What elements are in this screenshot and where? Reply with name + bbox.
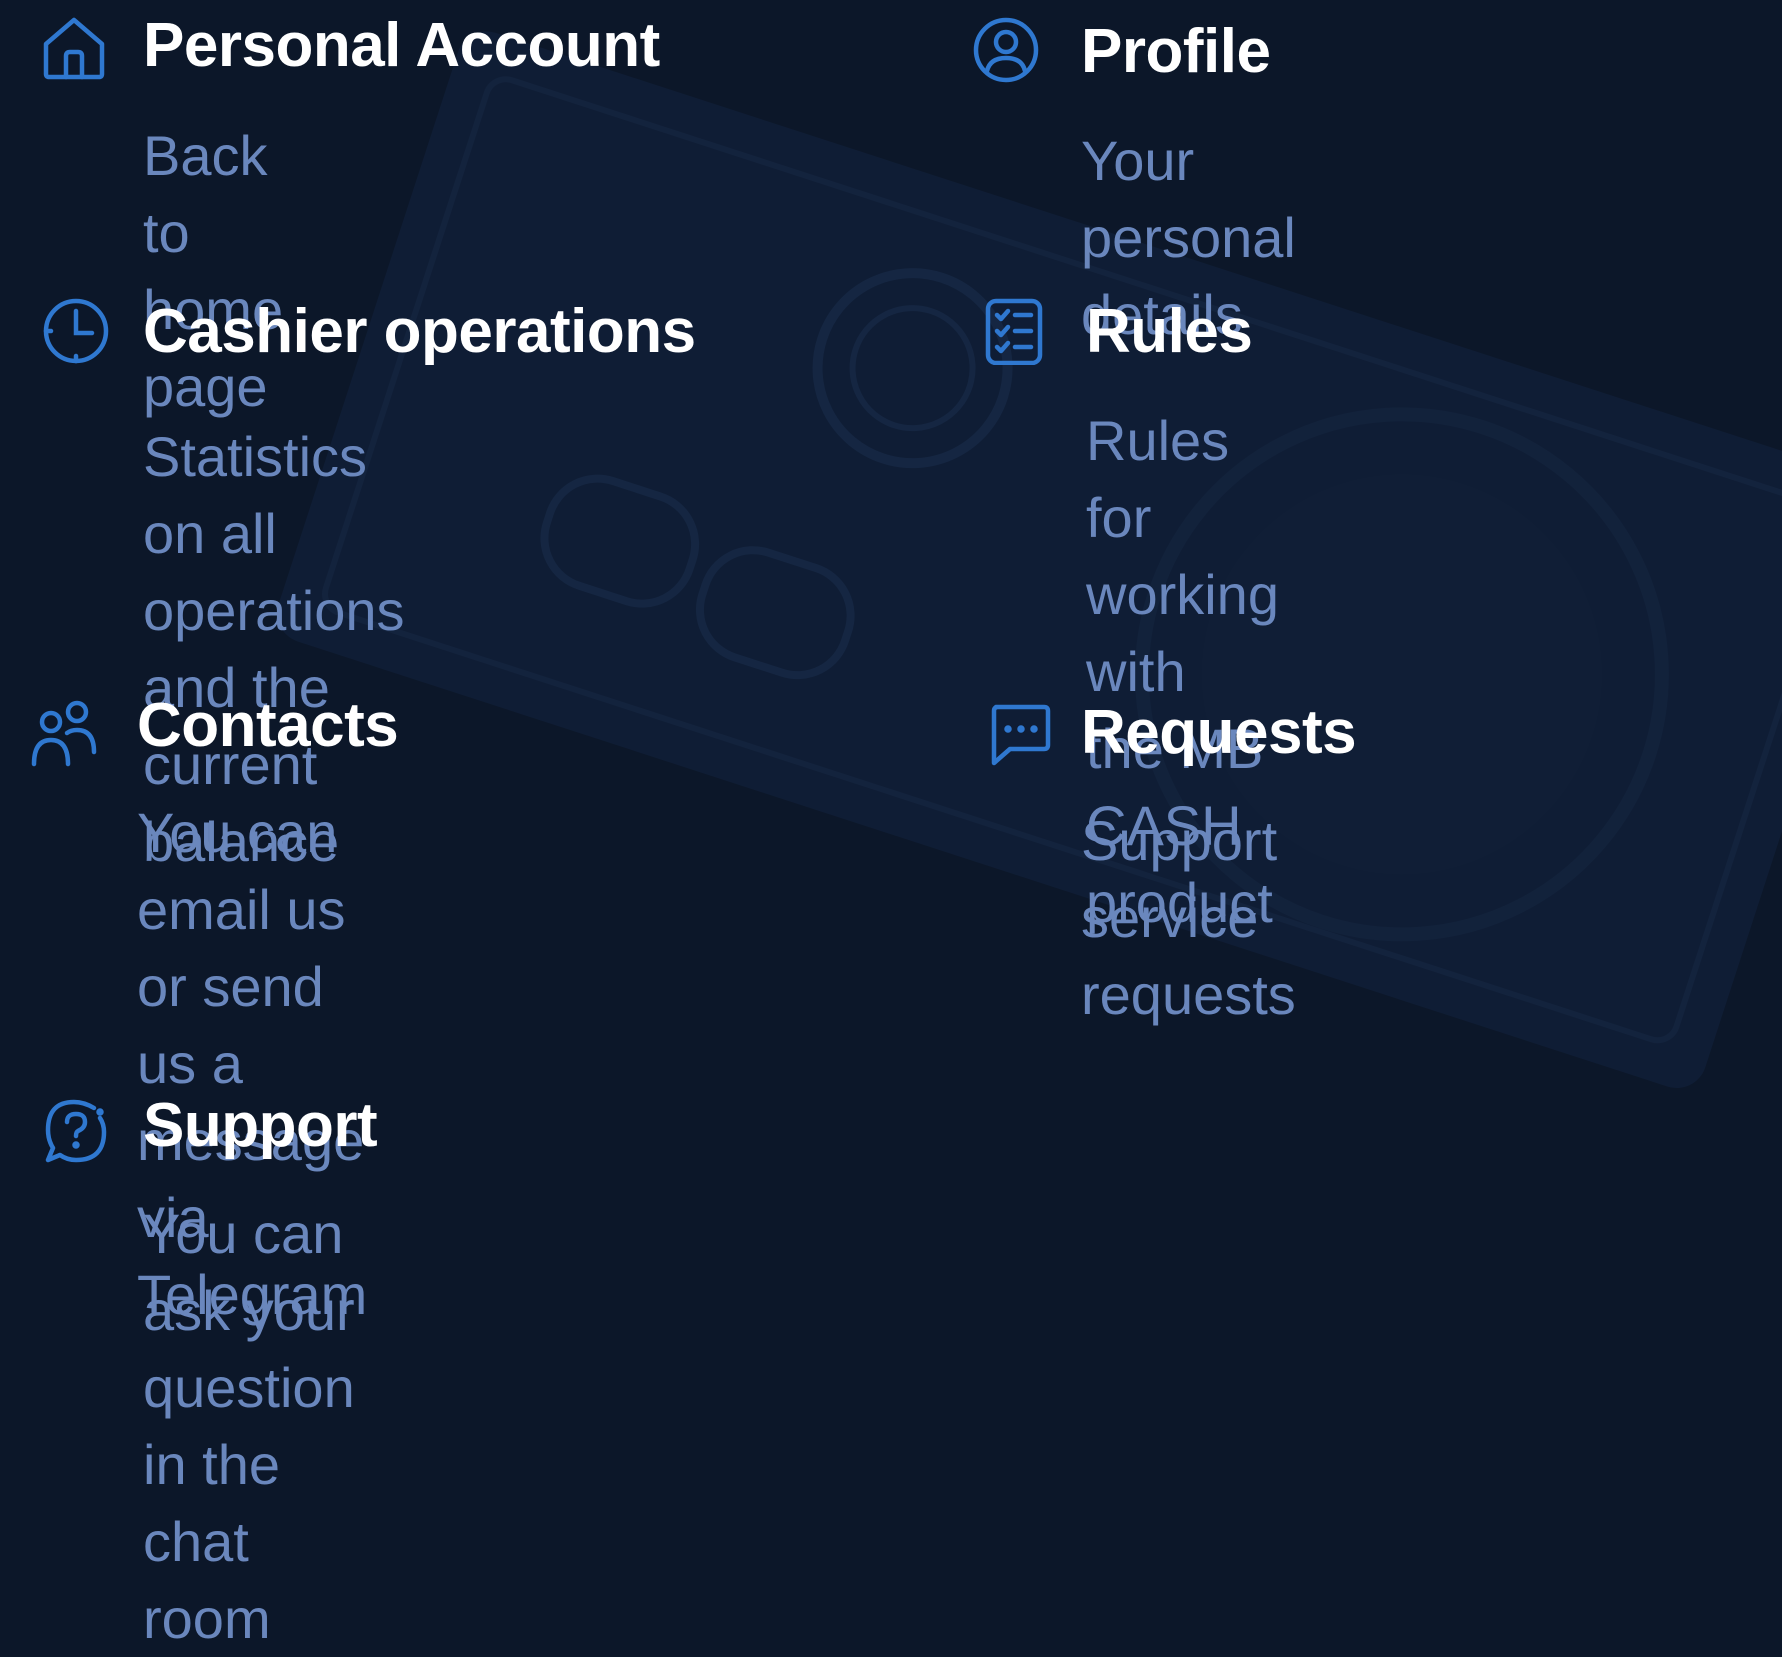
menu-description: Support service requests xyxy=(1081,809,1296,1026)
menu-title: Profile xyxy=(1081,17,1271,86)
menu-title: Support xyxy=(143,1091,378,1160)
menu-description: Back to home page xyxy=(143,124,284,418)
clock-icon xyxy=(42,297,110,365)
user-circle-icon xyxy=(972,16,1040,84)
checklist-icon xyxy=(980,297,1048,365)
menu-title: Personal Account xyxy=(143,11,660,80)
menu-title: Requests xyxy=(1081,698,1357,767)
chat-bubble-icon xyxy=(986,701,1054,769)
users-icon xyxy=(31,700,99,768)
menu-title: Contacts xyxy=(137,691,399,760)
menu-title: Rules xyxy=(1086,297,1253,366)
menu-title: Cashier operations xyxy=(143,297,696,366)
menu-description: You can ask your question in the chat ro… xyxy=(143,1202,355,1650)
help-chat-icon xyxy=(42,1098,110,1166)
home-icon xyxy=(40,14,108,82)
